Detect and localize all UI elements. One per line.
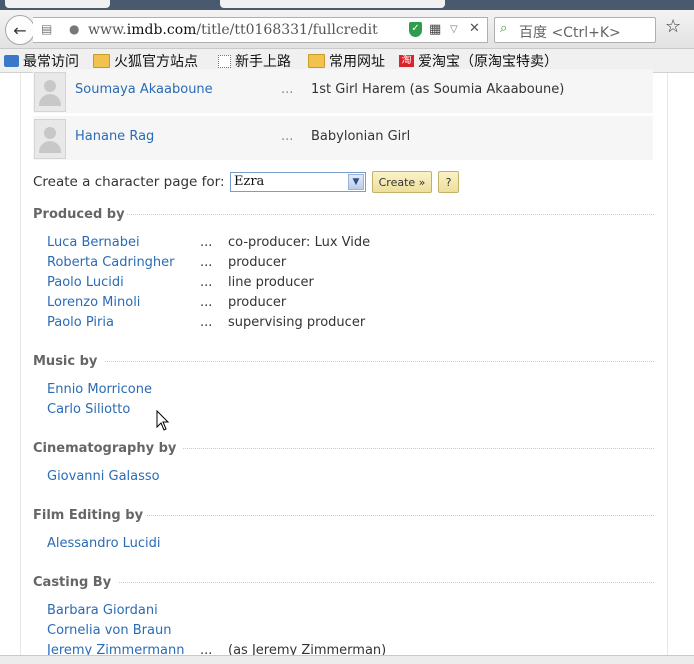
dropdown-icon[interactable]: ▽ (450, 24, 458, 35)
star-icon[interactable]: ☆ (665, 16, 681, 37)
folder-icon (308, 54, 325, 68)
bookmark-common-sites[interactable]: 常用网址 (308, 51, 385, 71)
search-icon: ⌕ (500, 21, 508, 36)
cast-dots: ... (281, 82, 294, 97)
taobao-icon: 淘 (399, 55, 414, 67)
tab-strip (0, 0, 694, 10)
crew-name-link[interactable]: Alessandro Lucidi (47, 536, 161, 551)
search-placeholder: 百度 <Ctrl+K> (519, 25, 621, 41)
crew-role: producer (228, 255, 287, 270)
chevron-down-icon[interactable]: ▼ (348, 174, 364, 190)
crew-role: line producer (228, 275, 314, 290)
crew-name-link[interactable]: Roberta Cadringher (47, 255, 175, 270)
crew-name-link[interactable]: Carlo Siliotto (47, 402, 130, 417)
section-title-film-editing-by: Film Editing by (33, 508, 144, 523)
crew-dots: ... (200, 275, 213, 290)
cast-character: 1st Girl Harem (as Soumia Akaaboune) (311, 82, 565, 97)
crew-role: supervising producer (228, 315, 366, 330)
section-divider (183, 448, 654, 449)
back-button[interactable]: ← (5, 15, 35, 45)
section-divider (147, 515, 654, 516)
crew-name-link[interactable]: Ennio Morricone (47, 382, 152, 397)
create-button[interactable]: Create » (372, 171, 432, 193)
crew-dots: ... (200, 255, 213, 270)
folder-icon (93, 54, 110, 68)
cast-row: Hanane Rag ... Babylonian Girl (33, 116, 653, 160)
page-icon (218, 54, 231, 68)
url-text[interactable]: www.imdb.com/title/tt0168331/fullcredit (88, 22, 378, 38)
character-select[interactable]: Ezra ▼ (230, 172, 366, 192)
qr-code-icon[interactable]: ▦ (429, 22, 441, 37)
close-icon[interactable]: ✕ (469, 21, 480, 36)
bookmark-folder-icon (4, 55, 19, 67)
address-bar[interactable]: ▤ ● www.imdb.com/title/tt0168331/fullcre… (33, 17, 488, 43)
avatar-placeholder-icon[interactable] (34, 72, 66, 112)
section-title-music-by: Music by (33, 354, 98, 369)
crew-role: co-producer: Lux Vide (228, 235, 371, 250)
bookmark-firefox-official[interactable]: 火狐官方站点 (93, 51, 198, 71)
avatar-placeholder-icon[interactable] (34, 119, 66, 159)
mouse-cursor-icon (156, 410, 170, 431)
tab-previous[interactable] (5, 0, 110, 8)
tab-current[interactable] (220, 0, 445, 8)
crew-name-link[interactable]: Cornelia von Braun (47, 623, 171, 638)
crew-name-link[interactable]: Paolo Piria (47, 315, 114, 330)
cast-dots: ... (281, 129, 294, 144)
crew-dots: ... (200, 315, 213, 330)
crew-name-link[interactable]: Barbara Giordani (47, 603, 158, 618)
section-divider (119, 582, 654, 583)
crew-dots: ... (200, 235, 213, 250)
globe-icon: ● (69, 22, 80, 36)
bookmark-most-visited[interactable]: 最常访问 (4, 51, 79, 71)
cast-name-link[interactable]: Hanane Rag (75, 129, 154, 144)
section-title-produced-by: Produced by (33, 207, 125, 222)
section-divider (127, 214, 654, 215)
page-content: Soumaya Akaaboune ... 1st Girl Harem (as… (0, 69, 694, 663)
help-button[interactable]: ? (438, 171, 459, 193)
crew-name-link[interactable]: Giovanni Galasso (47, 469, 160, 484)
crew-dots: ... (200, 295, 213, 310)
search-bar[interactable]: ⌕ 百度 <Ctrl+K> (494, 17, 656, 43)
arrow-left-icon: ← (13, 20, 27, 40)
crew-name-link[interactable]: Lorenzo Minoli (47, 295, 140, 310)
crew-name-link[interactable]: Paolo Lucidi (47, 275, 124, 290)
cast-character: Babylonian Girl (311, 129, 411, 144)
section-title-casting-by: Casting By (33, 575, 112, 590)
section-title-cinematography-by: Cinematography by (33, 441, 177, 456)
shield-icon[interactable]: ✓ (409, 22, 422, 37)
create-character-label: Create a character page for: (33, 174, 225, 190)
bookmark-ai-taobao[interactable]: 淘爱淘宝（原淘宝特卖） (399, 51, 558, 71)
cast-row: Soumaya Akaaboune ... 1st Girl Harem (as… (33, 69, 653, 113)
bookmark-getting-started[interactable]: 新手上路 (218, 51, 291, 71)
crew-name-link[interactable]: Luca Bernabei (47, 235, 140, 250)
crew-role: producer (228, 295, 287, 310)
cast-name-link[interactable]: Soumaya Akaaboune (75, 82, 213, 97)
credits-container: Soumaya Akaaboune ... 1st Girl Harem (as… (20, 69, 668, 663)
navigation-toolbar: ← ▤ ● www.imdb.com/title/tt0168331/fullc… (0, 10, 694, 49)
grid-icon[interactable]: ▤ (41, 22, 52, 36)
section-divider (105, 361, 654, 362)
